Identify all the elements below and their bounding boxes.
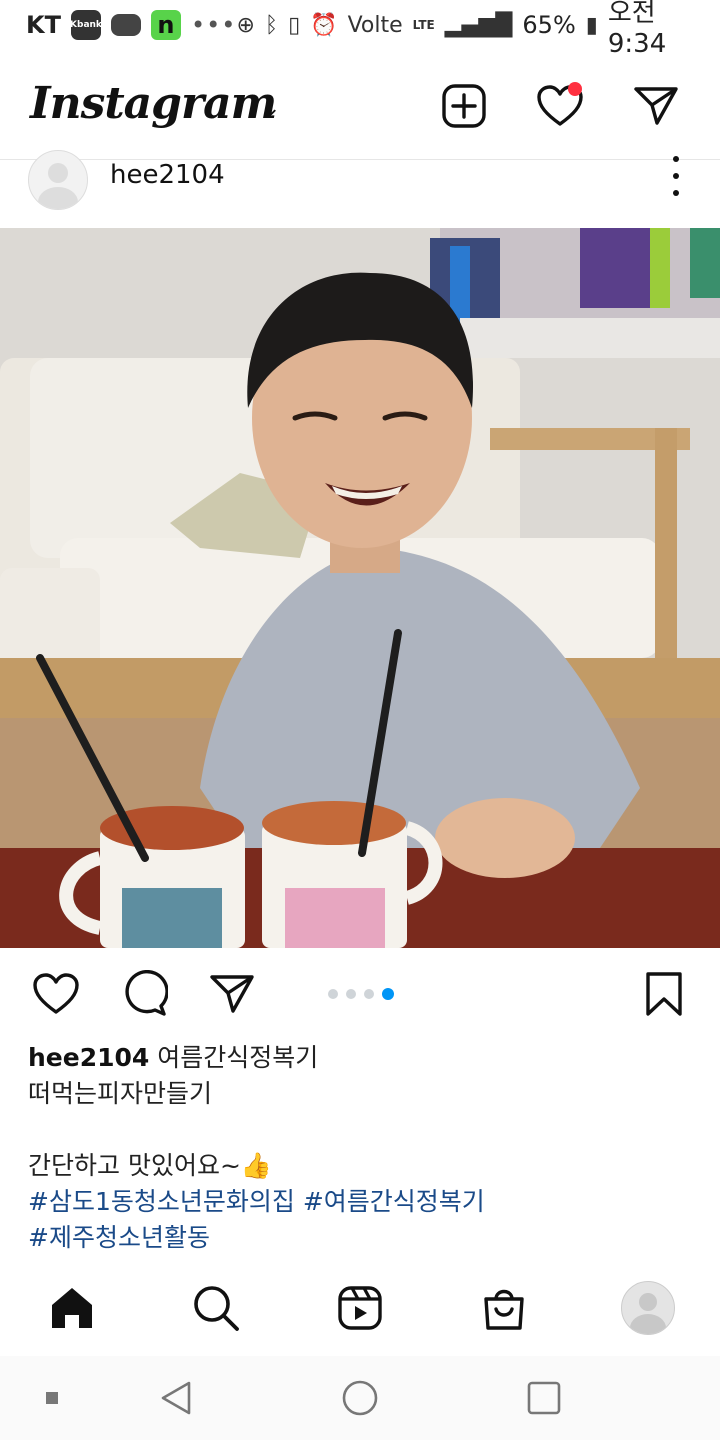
dot-icon xyxy=(673,156,679,162)
square-dot-icon xyxy=(46,1392,58,1404)
status-bar: KT Kbank n ••• ⊕ ᛒ ▯ ⏰ Volte LTE ▂▄▆█ 65… xyxy=(0,0,720,59)
caption-text: 떠먹는피자만들기 xyxy=(28,1079,213,1108)
status-right: ⊕ ᛒ ▯ ⏰ Volte LTE ▂▄▆█ 65% ▮ 오전 9:34 xyxy=(236,0,690,59)
data-saver-icon: ⊕ xyxy=(236,12,255,38)
back-triangle-icon xyxy=(161,1381,191,1415)
more-notifications-icon: ••• xyxy=(190,11,237,39)
dot-icon xyxy=(673,173,679,179)
caption-username[interactable]: hee2104 xyxy=(28,1043,149,1072)
avatar xyxy=(621,1281,675,1335)
avatar[interactable] xyxy=(28,150,88,210)
shop-bag-icon xyxy=(484,1289,524,1330)
nav-home-button[interactable] xyxy=(42,1278,102,1338)
post-caption: hee2104 여름간식정복기 떠먹는피자만들기 간단하고 맛있어요~👍 #삼도… xyxy=(28,1040,698,1256)
paper-plane-icon xyxy=(634,87,678,125)
caption-hashtags: #제주청소년활동 xyxy=(28,1220,698,1256)
direct-messages-button[interactable] xyxy=(632,82,680,130)
caption-text: 여름간식정복기 xyxy=(157,1043,319,1072)
carousel-indicator xyxy=(328,988,394,1000)
circle-home-icon xyxy=(342,1380,378,1416)
sys-menu-button[interactable] xyxy=(30,1376,74,1420)
recent-square-icon xyxy=(527,1381,561,1415)
more-options-button[interactable] xyxy=(664,156,688,196)
instagram-logo[interactable]: Instagram xyxy=(30,78,277,129)
heart-icon xyxy=(33,973,79,1014)
battery-icon: ▮ xyxy=(585,12,598,38)
carousel-dot-active xyxy=(382,988,394,1000)
lte-icon: LTE xyxy=(412,18,435,32)
dot-icon xyxy=(673,190,679,196)
kbank-icon: Kbank xyxy=(70,10,102,40)
bookmark-icon xyxy=(646,972,682,1016)
post-header: hee2104 xyxy=(0,150,720,210)
carousel-dot xyxy=(364,989,374,999)
sys-back-button[interactable] xyxy=(154,1376,198,1420)
nav-shop-button[interactable] xyxy=(474,1278,534,1338)
sys-home-button[interactable] xyxy=(338,1376,382,1420)
naver-icon: n xyxy=(150,10,181,40)
game-icon xyxy=(110,14,141,36)
photo-illustration xyxy=(0,228,720,948)
nav-search-button[interactable] xyxy=(186,1278,246,1338)
comment-button[interactable] xyxy=(120,970,168,1018)
comment-icon xyxy=(125,970,168,1016)
notification-dot xyxy=(568,82,582,96)
hashtag-link[interactable]: #여름간식정복기 xyxy=(303,1187,485,1216)
home-icon xyxy=(52,1288,92,1328)
caption-hashtags: #삼도1동청소년문화의집 #여름간식정복기 xyxy=(28,1184,698,1220)
alarm-icon: ⏰ xyxy=(310,12,338,38)
carousel-dot xyxy=(328,989,338,999)
activity-button[interactable] xyxy=(536,82,584,130)
paper-plane-icon xyxy=(210,975,254,1013)
nav-reels-button[interactable] xyxy=(330,1278,390,1338)
post-username[interactable]: hee2104 xyxy=(110,160,225,190)
post-photo[interactable] xyxy=(0,228,720,948)
save-button[interactable] xyxy=(640,970,688,1018)
caption-text: 간단하고 맛있어요~👍 xyxy=(28,1151,273,1180)
post-actions xyxy=(0,966,720,1022)
signal-icon: ▂▄▆█ xyxy=(444,12,513,38)
vibrate-icon: ▯ xyxy=(288,12,301,38)
bluetooth-icon: ᛒ xyxy=(264,12,279,38)
share-button[interactable] xyxy=(208,970,256,1018)
battery-percent: 65% xyxy=(522,11,576,39)
reels-icon xyxy=(338,1286,382,1330)
carrier-label: KT xyxy=(26,11,61,39)
clock: 오전 9:34 xyxy=(607,0,667,59)
new-post-button[interactable] xyxy=(440,82,488,130)
search-icon xyxy=(194,1286,239,1331)
bottom-navigation xyxy=(0,1272,720,1344)
chevron-down-icon[interactable]: ⌄ xyxy=(262,96,280,121)
sys-recent-apps-button[interactable] xyxy=(522,1376,566,1420)
app-header: Instagram ⌄ xyxy=(0,60,720,156)
volte-icon: Volte xyxy=(347,12,403,38)
system-navigation-bar xyxy=(0,1356,720,1440)
status-left: KT Kbank n ••• xyxy=(26,10,236,40)
hashtag-link[interactable]: #삼도1동청소년문화의집 xyxy=(28,1187,295,1216)
carousel-dot xyxy=(346,989,356,999)
hashtag-link[interactable]: #제주청소년활동 xyxy=(28,1223,210,1252)
nav-profile-button[interactable] xyxy=(618,1278,678,1338)
plus-square-icon xyxy=(442,84,486,128)
caption-line: hee2104 여름간식정복기 xyxy=(28,1040,698,1076)
like-button[interactable] xyxy=(32,970,80,1018)
